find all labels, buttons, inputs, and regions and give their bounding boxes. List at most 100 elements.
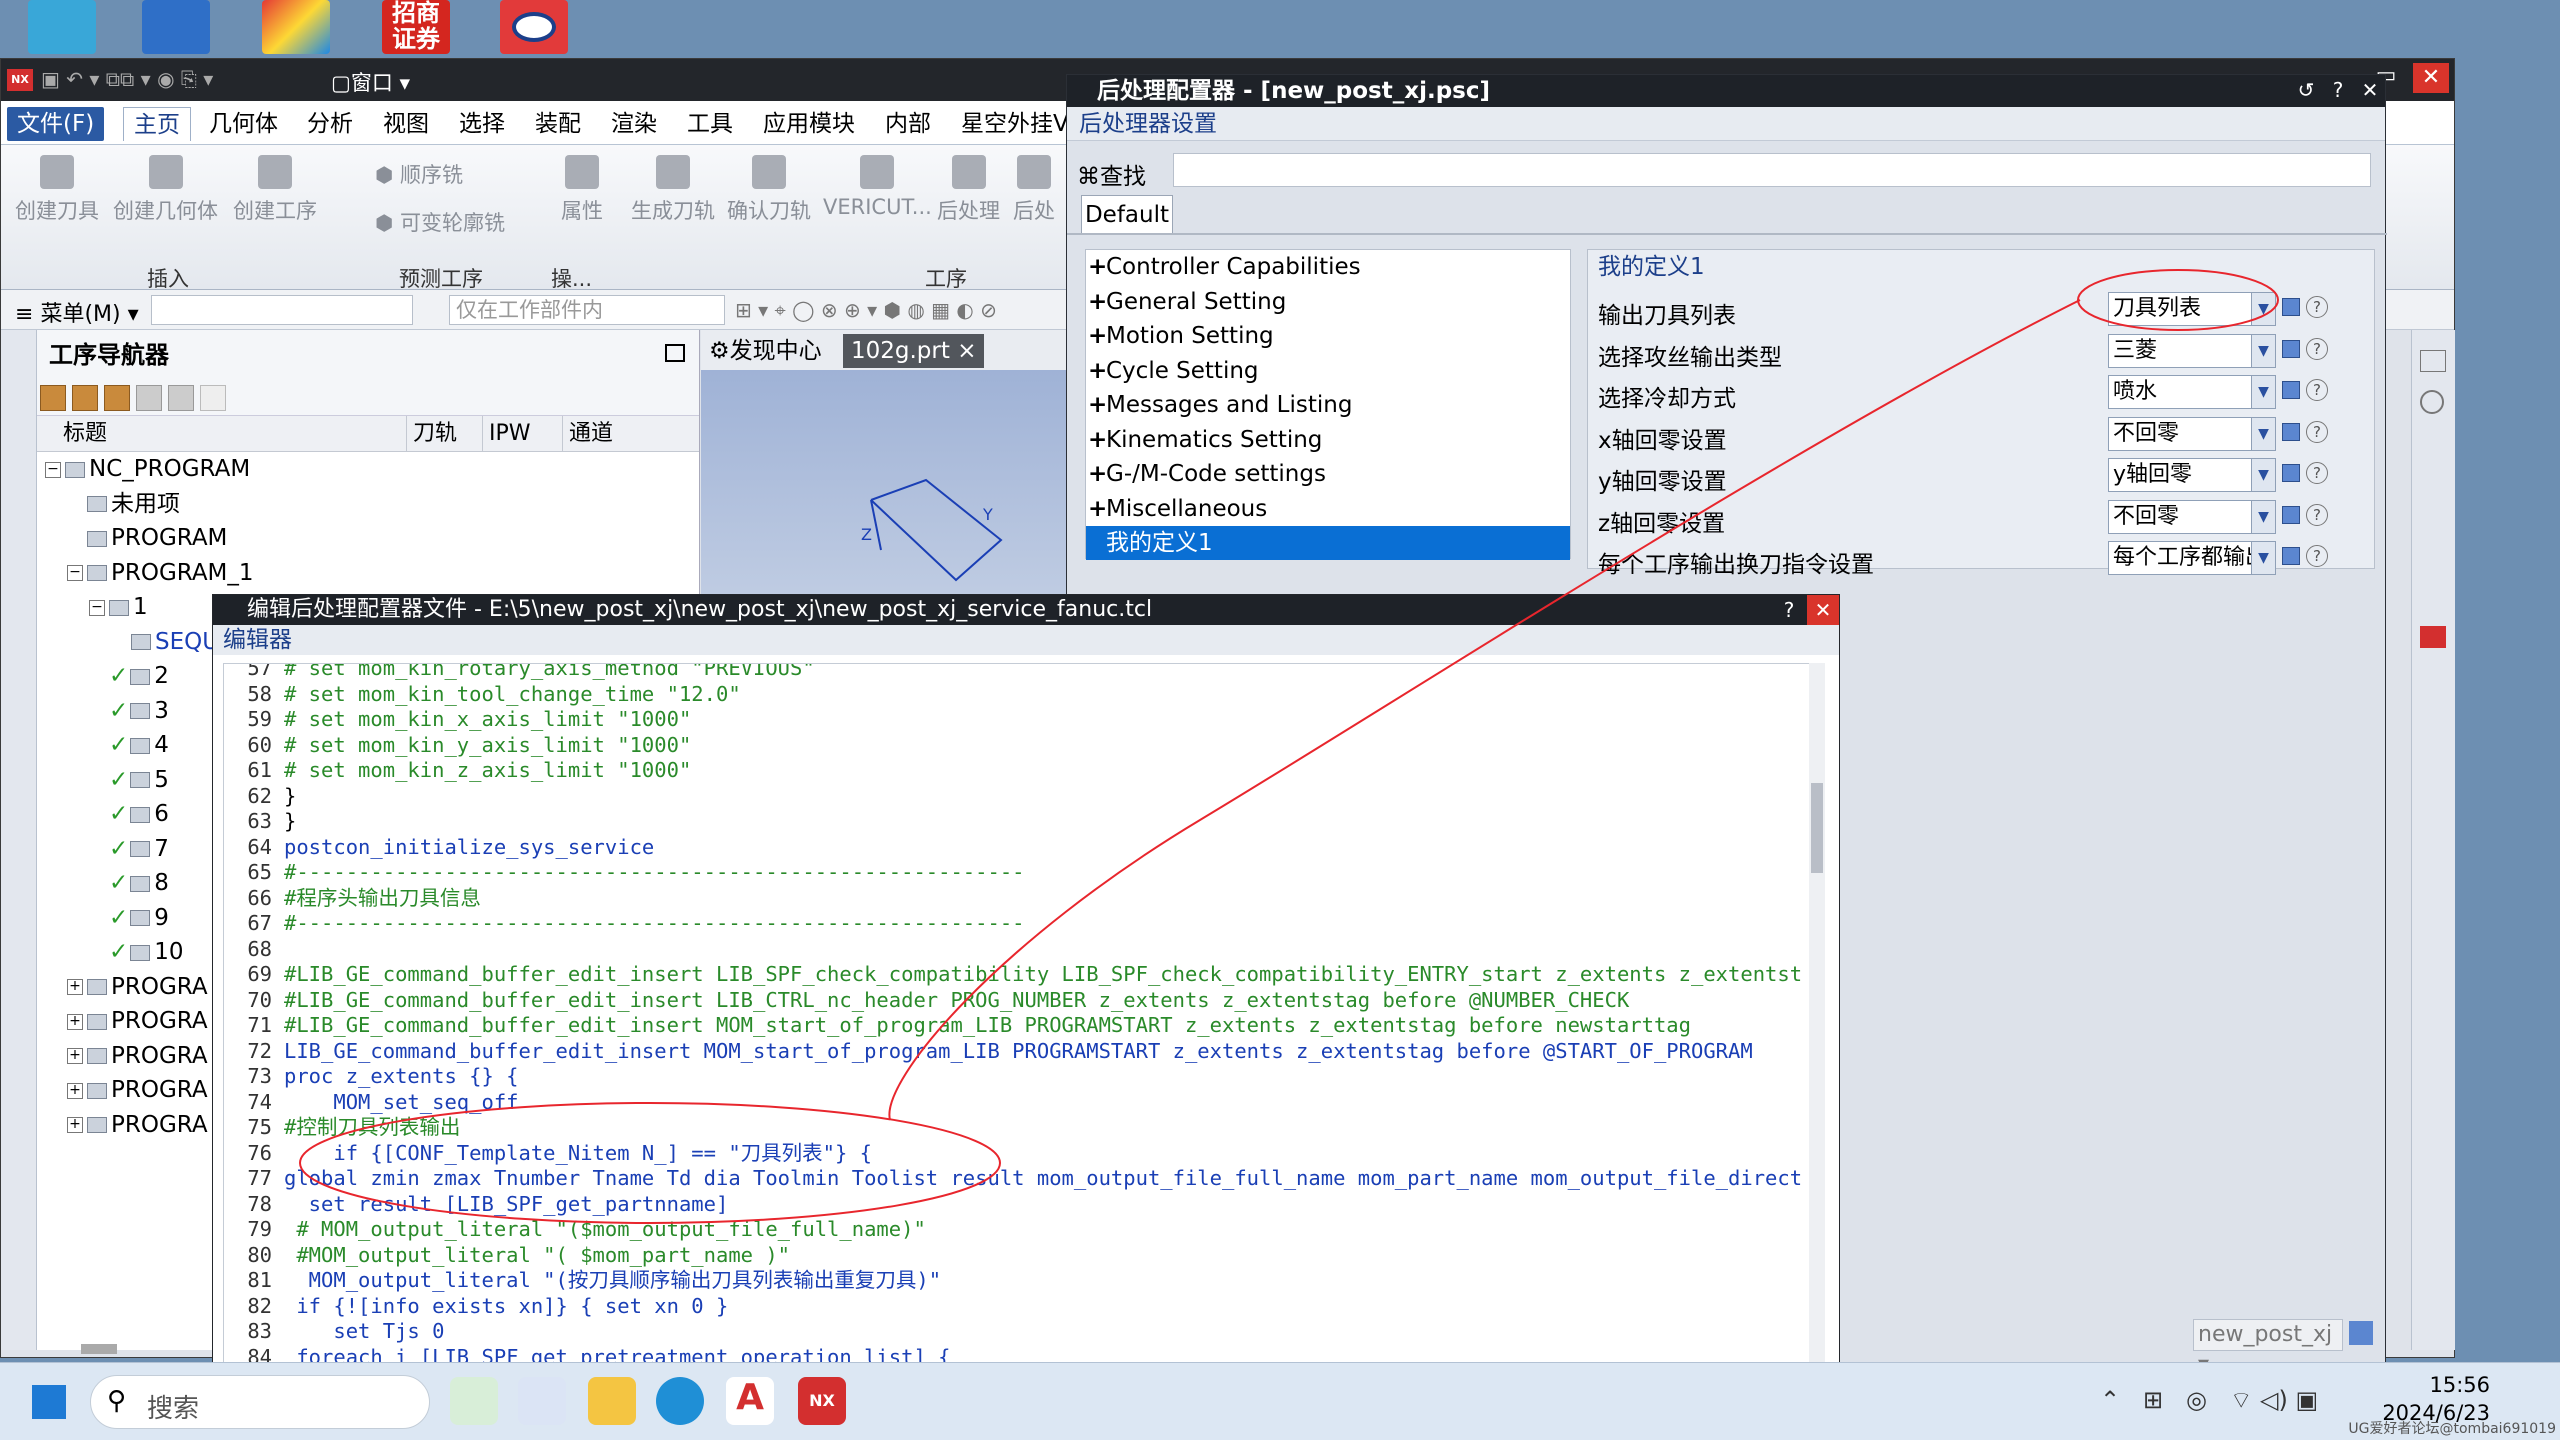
menu-view[interactable]: 视图 bbox=[373, 107, 439, 141]
nav-tree-row[interactable]: + PROGRA bbox=[67, 1108, 208, 1142]
settings-tree-item[interactable]: +Motion Setting bbox=[1086, 319, 1570, 353]
method-view-icon[interactable] bbox=[136, 385, 162, 411]
geometry-view-icon[interactable] bbox=[104, 385, 130, 411]
nav-tree-row[interactable]: PROGRAM bbox=[67, 521, 227, 555]
expand-plus-icon[interactable]: + bbox=[1088, 319, 1107, 353]
expand-plus-icon[interactable]: + bbox=[1088, 457, 1107, 491]
code-line[interactable]: 67 #-------------------------------------… bbox=[224, 911, 1024, 937]
property-select[interactable]: 喷水 ▼ bbox=[2108, 375, 2276, 409]
nav-tree-row[interactable]: ✓ 6 bbox=[89, 797, 169, 831]
chevron-down-icon[interactable]: ▼ bbox=[2251, 417, 2275, 450]
nav-tree-row[interactable]: ✓ 4 bbox=[89, 728, 169, 762]
maximize-panel-icon[interactable] bbox=[665, 344, 685, 362]
nx-app-icon[interactable] bbox=[2420, 626, 2446, 648]
menu-geometry[interactable]: 几何体 bbox=[199, 107, 288, 141]
nav-tree-row[interactable]: 未用项 bbox=[67, 487, 180, 521]
selection-toolbar[interactable]: ⊞ ▾ ⌖ ◯ ⊗ ⊕ ▾ ⬢ ◍ ▦ ◐ ⊘ bbox=[735, 298, 997, 322]
settings-tree-item[interactable]: +Messages and Listing bbox=[1086, 388, 1570, 422]
code-line[interactable]: 77 global zmin zmax Tnumber Tname Td dia … bbox=[224, 1166, 1802, 1192]
code-line[interactable]: 76 if {[CONF_Template_Nitem N_] == "刀具列表… bbox=[224, 1141, 872, 1167]
nav-tree-row[interactable]: − PROGRAM_1 bbox=[67, 556, 254, 590]
program-view-icon[interactable] bbox=[40, 385, 66, 411]
nav-tree-row[interactable]: + PROGRA bbox=[67, 1073, 208, 1107]
desktop-app-icon[interactable] bbox=[28, 0, 96, 54]
expand-plus-icon[interactable]: + bbox=[1088, 388, 1107, 422]
expand-plus-icon[interactable]: + bbox=[1088, 285, 1107, 319]
help-icon[interactable]: ? bbox=[2323, 75, 2353, 105]
create-geometry-button[interactable]: 创建几何体 bbox=[113, 155, 218, 225]
acrobat-icon[interactable]: A bbox=[726, 1377, 774, 1425]
menu-render[interactable]: 渲染 bbox=[601, 107, 667, 141]
nav-tree-row[interactable]: + PROGRA bbox=[67, 970, 208, 1004]
nav-tree-row[interactable]: + PROGRA bbox=[67, 1004, 208, 1038]
code-line[interactable]: 82 if {![info exists xn]} { set xn 0 } bbox=[224, 1294, 728, 1320]
chevron-down-icon[interactable]: ▼ bbox=[2251, 542, 2275, 574]
menu-button[interactable]: ≡ 菜单(M) ▾ bbox=[15, 296, 139, 328]
collapse-icon[interactable] bbox=[168, 385, 194, 411]
code-line[interactable]: 72 LIB_GE_command_buffer_edit_insert MOM_… bbox=[224, 1039, 1752, 1065]
post-name-combo[interactable]: new_post_xj ▾ bbox=[2193, 1319, 2343, 1377]
nav-tree-row[interactable]: −1 bbox=[89, 590, 148, 624]
nav-tree-row[interactable]: SEQU bbox=[111, 625, 219, 659]
settings-tree-item[interactable]: +Miscellaneous bbox=[1086, 492, 1570, 526]
nav-tree-row[interactable]: ✓ 10 bbox=[89, 935, 184, 969]
zhaoshang-icon[interactable]: 招商 证券 bbox=[382, 0, 450, 54]
menu-xingkong[interactable]: 星空外挂V bbox=[951, 107, 1079, 141]
expand-toggle-icon[interactable]: + bbox=[67, 1082, 83, 1099]
menu-select[interactable]: 选择 bbox=[449, 107, 515, 141]
help-icon[interactable]: ? bbox=[2306, 379, 2328, 401]
code-line[interactable]: 57 # set mom_kin_rotary_axis_method "PREV… bbox=[224, 664, 814, 682]
code-line[interactable]: 78 set result [LIB_SPF_get_partnname] bbox=[224, 1192, 728, 1218]
chevron-down-icon[interactable]: ▼ bbox=[2251, 376, 2275, 408]
menu-analysis[interactable]: 分析 bbox=[297, 107, 363, 141]
code-line[interactable]: 58 # set mom_kin_tool_change_time "12.0" bbox=[224, 682, 740, 708]
nav-tree-row[interactable]: − NC_PROGRAM bbox=[45, 452, 250, 486]
edit-icon[interactable] bbox=[2282, 339, 2300, 358]
menu-home[interactable]: 主页 bbox=[123, 107, 191, 141]
expand-plus-icon[interactable]: + bbox=[1088, 354, 1107, 388]
generate-toolpath-button[interactable]: 生成刀轨 bbox=[631, 155, 715, 225]
code-line[interactable]: 74 MOM_set_seq_off bbox=[224, 1090, 518, 1116]
nav-tree-row[interactable]: ✓ 8 bbox=[89, 866, 169, 900]
help-icon[interactable] bbox=[2420, 390, 2444, 414]
menu-file[interactable]: 文件(F) bbox=[7, 107, 105, 141]
group-insert[interactable]: 插入 bbox=[147, 263, 189, 293]
sequential-mill-button[interactable]: ⬢ 顺序铣 bbox=[375, 159, 463, 189]
panel-icon[interactable] bbox=[2420, 350, 2446, 372]
code-line[interactable]: 63} bbox=[224, 809, 296, 835]
property-select[interactable]: 不回零 ▼ bbox=[2108, 416, 2276, 451]
property-select[interactable]: 刀具列表 ▼ bbox=[2108, 292, 2276, 326]
editor-close-icon[interactable]: ✕ bbox=[1807, 595, 1839, 625]
edit-icon[interactable] bbox=[2282, 298, 2300, 316]
window-menu[interactable]: ▢窗口 ▾ bbox=[331, 67, 410, 97]
code-line[interactable]: 60 # set mom_kin_y_axis_limit "1000" bbox=[224, 733, 691, 759]
edit-icon[interactable] bbox=[2282, 381, 2300, 399]
group-operate[interactable]: 操... bbox=[551, 263, 592, 293]
code-line[interactable]: 61 # set mom_kin_z_axis_limit "1000" bbox=[224, 758, 691, 784]
code-line[interactable]: 81 MOM_output_literal "(按刀具顺序输出刀具列表输出重复刀… bbox=[224, 1268, 941, 1294]
type-filter-combo[interactable] bbox=[151, 295, 413, 325]
nx-graphics-icon[interactable] bbox=[262, 0, 330, 54]
property-select[interactable]: 三菱 ▼ bbox=[2108, 333, 2276, 368]
help-icon[interactable]: ? bbox=[2306, 420, 2328, 443]
chevron-down-icon[interactable]: ▼ bbox=[2251, 500, 2275, 533]
code-line[interactable]: 84 foreach i [LIB_SPF_get_pretreatment o… bbox=[224, 1345, 950, 1363]
edit-icon[interactable] bbox=[2282, 505, 2300, 524]
filter-icon[interactable] bbox=[200, 385, 226, 411]
windows-start-icon[interactable] bbox=[32, 1385, 66, 1419]
postprocess2-button[interactable]: 后处 bbox=[1013, 155, 1055, 225]
expand-toggle-icon[interactable]: − bbox=[67, 565, 83, 581]
col-toolpath[interactable]: 刀轨 bbox=[407, 416, 483, 452]
code-line[interactable]: 73 proc z_extents {} { bbox=[224, 1064, 518, 1090]
chevron-down-icon[interactable]: ▼ bbox=[2251, 293, 2275, 325]
scroll-thumb[interactable] bbox=[1811, 783, 1823, 873]
menu-assembly[interactable]: 装配 bbox=[525, 107, 591, 141]
expand-plus-icon[interactable]: + bbox=[1088, 423, 1107, 457]
nav-tree-row[interactable]: ✓ 2 bbox=[89, 659, 169, 693]
help-icon[interactable]: ? bbox=[2306, 296, 2328, 318]
eye-app-icon[interactable] bbox=[500, 0, 568, 54]
chevron-down-icon[interactable]: ▼ bbox=[2251, 459, 2275, 491]
system-tray[interactable]: ⌃ ⊞ ◎ ⌔ ◁) ▣ bbox=[2100, 1385, 2318, 1415]
vertical-scrollbar[interactable] bbox=[1809, 663, 1825, 1363]
code-line[interactable]: 79 # MOM_output_literal "($mom_output_fi… bbox=[224, 1217, 925, 1243]
